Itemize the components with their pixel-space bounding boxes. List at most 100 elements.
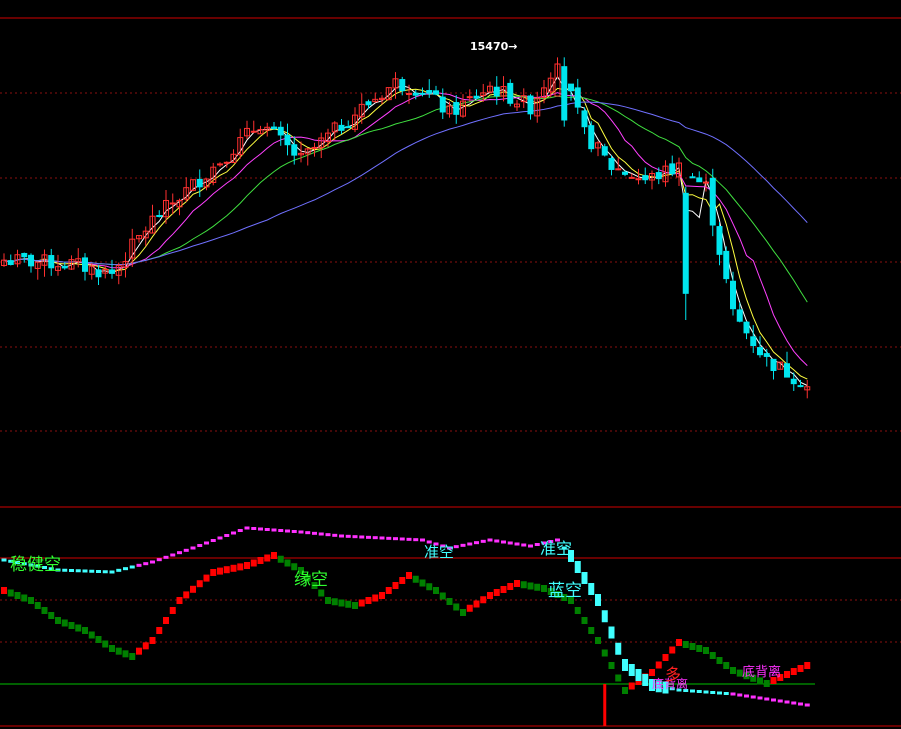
indicator-dot (237, 529, 243, 532)
indicator-bar (230, 564, 237, 572)
candle-body (770, 358, 777, 371)
indicator-bar (142, 642, 149, 650)
indicator-dot (163, 555, 169, 559)
indicator-dot (129, 565, 135, 569)
indicator-dot (183, 548, 189, 552)
peak-price-label: 15470→ (470, 40, 518, 53)
indicator-bar (615, 674, 622, 682)
indicator-dot (318, 532, 324, 536)
candle-body (28, 254, 34, 267)
indicator-dot (116, 568, 122, 572)
candle-body (730, 280, 736, 310)
indicator-dot (372, 536, 378, 540)
indicator-bar (338, 599, 345, 607)
indicator-dot (339, 534, 344, 538)
indicator-bar (14, 592, 21, 599)
indicator-bars (1, 552, 811, 726)
indicator-bar (676, 639, 682, 646)
indicator-bar (196, 580, 203, 588)
candle-body (493, 86, 500, 97)
candle-body (419, 92, 426, 95)
candle-body (709, 177, 716, 226)
indicator-bar (460, 609, 466, 616)
candle-body (473, 95, 480, 99)
candle-body (217, 163, 223, 166)
candle-body (797, 385, 804, 388)
indicator-dot (601, 610, 608, 623)
candle-body (736, 309, 743, 322)
indicator-dot (75, 569, 81, 573)
indicator-bar (730, 667, 736, 674)
indicator-bar (169, 607, 176, 614)
candle-body (439, 96, 446, 113)
indicator-bar (433, 587, 439, 594)
indicator-dot (467, 542, 473, 546)
indicator-bar (588, 627, 595, 634)
candle-body (250, 130, 257, 133)
candle-body (291, 144, 298, 156)
indicator-dot (170, 553, 176, 557)
candle-body (21, 252, 28, 258)
candle-body (790, 378, 797, 385)
indicator-bar (331, 598, 338, 606)
indicator-bar (129, 653, 136, 660)
indicator-dot (642, 674, 649, 686)
indicator-bar (277, 555, 284, 563)
candle-body (608, 158, 615, 170)
indicator-bar (399, 577, 406, 584)
indicator-dot (305, 531, 311, 535)
indicator-bar (514, 580, 520, 587)
indicator-dot (514, 542, 520, 546)
indicator-dot (420, 538, 425, 542)
indicator-dot (474, 541, 479, 545)
indicator-bar (88, 631, 95, 639)
indicator-dot (804, 703, 810, 707)
indicator-dot (737, 693, 743, 697)
indicator-bar (527, 582, 534, 590)
indicator-dot (386, 536, 392, 540)
indicator-bar (237, 563, 244, 571)
indicator-bar (541, 585, 547, 592)
indicator-dot (312, 531, 317, 535)
indicator-dot (501, 540, 506, 544)
indicator-dot (717, 691, 722, 695)
annotation-di-beili-2: 底背离 (742, 664, 781, 680)
indicator-dot (460, 543, 466, 547)
indicator-dot (96, 570, 101, 573)
indicator-bar (426, 583, 433, 591)
indicator-bar (500, 586, 507, 593)
indicator-dot (359, 535, 365, 539)
candle-body (696, 177, 703, 183)
indicator-dot (251, 527, 257, 530)
candle-body (311, 146, 318, 149)
indicator-dot (534, 543, 540, 546)
indicator-dot (703, 690, 709, 694)
candle-body (169, 202, 176, 205)
indicator-bar (763, 680, 770, 687)
candle-body (601, 146, 608, 156)
candle-body (588, 125, 595, 150)
candle-body (703, 181, 709, 184)
candle-body (635, 178, 642, 181)
chart-svg: 15470→ 稳健空 缘空 准空 准空 蓝空 底背离 底背离 多 (0, 17, 901, 727)
indicator-dot (352, 535, 358, 539)
indicator-dot (764, 697, 770, 701)
indicator-bar (507, 583, 514, 590)
indicator-dot (197, 544, 203, 547)
indicator-dot (730, 692, 736, 696)
candle-body (561, 66, 568, 121)
indicator-dot (622, 659, 628, 671)
candle-body (433, 90, 439, 95)
indicator-dot (453, 545, 459, 549)
candle-body (48, 255, 55, 269)
indicator-bar (122, 650, 129, 658)
candle-body (507, 82, 514, 104)
indicator-dot (595, 594, 601, 606)
indicator-bar (109, 645, 115, 652)
indicator-bar (271, 552, 277, 559)
indicator-bar (210, 569, 217, 576)
indicator-bar (358, 599, 365, 607)
indicator-bar (217, 567, 223, 575)
candle-body (284, 134, 291, 146)
indicator-bar (466, 604, 473, 612)
